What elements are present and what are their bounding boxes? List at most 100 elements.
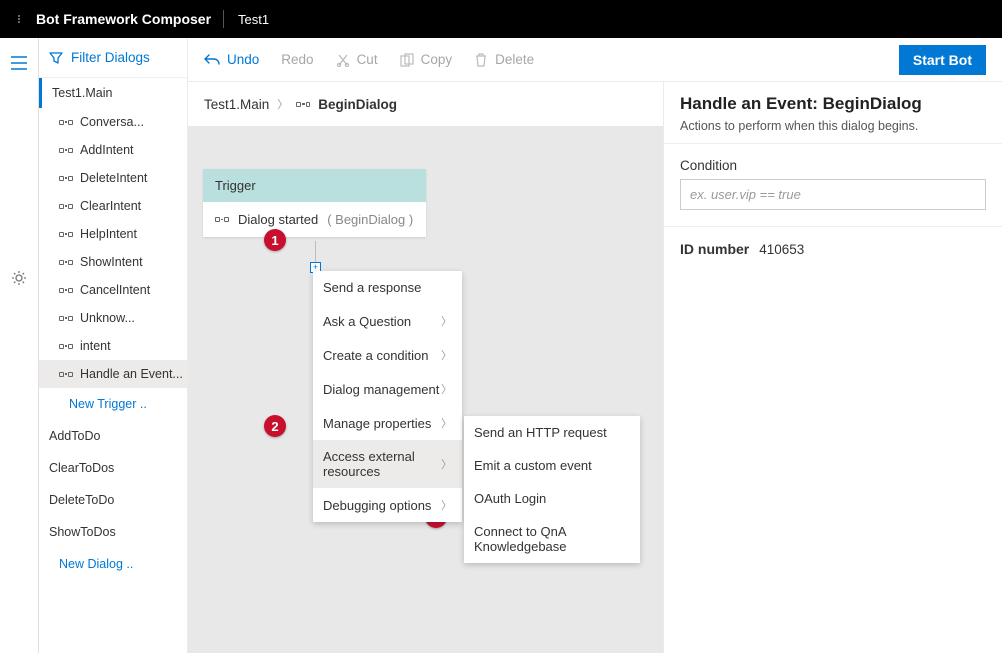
submenu-custom-event[interactable]: Emit a custom event xyxy=(464,449,640,482)
tree-label: ClearIntent xyxy=(80,199,141,213)
chevron-right-icon: 〉 xyxy=(441,497,452,513)
inspector-title: Handle an Event: BeginDialog xyxy=(680,94,986,114)
copy-icon xyxy=(400,53,414,67)
menu-label: Emit a custom event xyxy=(474,458,592,473)
tree-trigger-item[interactable]: AddIntent xyxy=(39,136,187,164)
filter-dialogs[interactable]: Filter Dialogs xyxy=(39,38,187,78)
tree-dialog-item[interactable]: AddToDo xyxy=(39,420,187,452)
trigger-node[interactable]: Trigger Dialog started ( BeginDialog ) xyxy=(203,169,426,237)
tree-trigger-item[interactable]: Conversa... xyxy=(39,108,187,136)
menu-item-access-external[interactable]: Access external resources 〉 xyxy=(313,440,462,488)
tree-trigger-item[interactable]: HelpIntent xyxy=(39,220,187,248)
undo-button[interactable]: Undo xyxy=(204,52,259,67)
menu-item-debugging[interactable]: Debugging options 〉 xyxy=(313,488,462,522)
id-value: 410653 xyxy=(759,242,804,257)
menu-item-send-response[interactable]: Send a response xyxy=(313,271,462,304)
project-name: Test1 xyxy=(224,12,283,27)
action-submenu: Send an HTTP request Emit a custom event… xyxy=(464,416,640,563)
chevron-right-icon: 〉 xyxy=(441,456,452,472)
menu-label: Debugging options xyxy=(323,498,431,513)
menu-label: Send an HTTP request xyxy=(474,425,607,440)
submenu-oauth-login[interactable]: OAuth Login xyxy=(464,482,640,515)
menu-label: Send a response xyxy=(323,280,421,295)
new-dialog-link[interactable]: New Dialog .. xyxy=(39,548,187,580)
filter-label: Filter Dialogs xyxy=(71,50,150,65)
new-trigger-link[interactable]: New Trigger .. xyxy=(39,388,187,420)
tree-dialog-item[interactable]: ShowToDos xyxy=(39,516,187,548)
cut-icon xyxy=(336,53,350,67)
menu-label: Access external resources xyxy=(323,449,441,479)
chevron-right-icon: 〉 xyxy=(441,381,452,397)
delete-button[interactable]: Delete xyxy=(474,52,534,67)
chevron-right-icon: 〉 xyxy=(277,96,288,112)
dialog-icon xyxy=(59,368,73,380)
copy-button[interactable]: Copy xyxy=(400,52,453,67)
tree-trigger-item[interactable]: ShowIntent xyxy=(39,248,187,276)
tree-trigger-item[interactable]: Unknow... xyxy=(39,304,187,332)
app-name: Bot Framework Composer xyxy=(24,11,223,27)
inspector-panel: Handle an Event: BeginDialog Actions to … xyxy=(663,82,1002,653)
trash-icon xyxy=(474,53,488,67)
trigger-head: Trigger xyxy=(203,169,426,202)
menu-label: Ask a Question xyxy=(323,314,411,329)
flow-canvas[interactable]: Trigger Dialog started ( BeginDialog ) +… xyxy=(188,126,663,653)
dialog-icon xyxy=(296,98,310,110)
inspector-subtitle: Actions to perform when this dialog begi… xyxy=(680,119,986,133)
trigger-text: Dialog started xyxy=(238,212,318,227)
titlebar-dots xyxy=(14,15,24,23)
gear-icon[interactable] xyxy=(11,270,27,286)
condition-label: Condition xyxy=(680,158,986,173)
breadcrumb-leaf: BeginDialog xyxy=(318,97,397,112)
chevron-right-icon: 〉 xyxy=(441,415,452,431)
tree-trigger-item-selected[interactable]: Handle an Event... xyxy=(39,360,187,388)
menu-label: OAuth Login xyxy=(474,491,546,506)
dialog-icon xyxy=(59,284,73,296)
cut-button[interactable]: Cut xyxy=(336,52,378,67)
tree-dialog-item[interactable]: DeleteToDo xyxy=(39,484,187,516)
dialog-icon xyxy=(59,228,73,240)
dialog-icon xyxy=(59,200,73,212)
tree-label: HelpIntent xyxy=(80,227,137,241)
dialog-icon xyxy=(59,340,73,352)
inspector-header: Handle an Event: BeginDialog Actions to … xyxy=(664,82,1002,143)
breadcrumb: Test1.Main 〉 BeginDialog xyxy=(188,82,663,126)
tree-trigger-item[interactable]: ClearIntent xyxy=(39,192,187,220)
button-label: Redo xyxy=(281,52,313,67)
dialog-icon xyxy=(59,116,73,128)
menu-item-manage-properties[interactable]: Manage properties 〉 xyxy=(313,406,462,440)
tree-trigger-item[interactable]: intent xyxy=(39,332,187,360)
tree-dialog-item[interactable]: ClearToDos xyxy=(39,452,187,484)
hamburger-icon[interactable] xyxy=(11,56,27,70)
tree-trigger-item[interactable]: CancelIntent xyxy=(39,276,187,304)
submenu-qna[interactable]: Connect to QnA Knowledgebase xyxy=(464,515,640,563)
dialog-icon xyxy=(59,256,73,268)
button-label: Cut xyxy=(357,52,378,67)
trigger-paren: ( BeginDialog ) xyxy=(327,212,413,227)
breadcrumb-root[interactable]: Test1.Main xyxy=(204,97,269,112)
tree-root[interactable]: Test1.Main xyxy=(39,78,187,108)
tree-label: DeleteIntent xyxy=(80,171,147,185)
button-label: Undo xyxy=(227,52,259,67)
tree-label: intent xyxy=(80,339,111,353)
callout-1: 1 xyxy=(264,229,286,251)
button-label: Delete xyxy=(495,52,534,67)
menu-item-ask-question[interactable]: Ask a Question 〉 xyxy=(313,304,462,338)
tree-trigger-item[interactable]: DeleteIntent xyxy=(39,164,187,192)
sidebar: Filter Dialogs Test1.Main Conversa... Ad… xyxy=(38,38,188,653)
start-bot-button[interactable]: Start Bot xyxy=(899,45,986,75)
main-area: Undo Redo Cut Copy Delete xyxy=(188,38,1002,653)
id-row: ID number 410653 xyxy=(664,227,1002,271)
menu-label: Manage properties xyxy=(323,416,431,431)
menu-item-dialog-management[interactable]: Dialog management 〉 xyxy=(313,372,462,406)
tree-label: Conversa... xyxy=(80,115,144,129)
tree-label: Handle an Event... xyxy=(80,367,183,381)
menu-label: Connect to QnA Knowledgebase xyxy=(474,524,630,554)
menu-item-create-condition[interactable]: Create a condition 〉 xyxy=(313,338,462,372)
submenu-http-request[interactable]: Send an HTTP request xyxy=(464,416,640,449)
tree-label: AddIntent xyxy=(80,143,134,157)
dialog-tree: Test1.Main Conversa... AddIntent DeleteI… xyxy=(39,78,187,653)
condition-input[interactable] xyxy=(680,179,986,210)
left-rail xyxy=(0,38,38,653)
undo-icon xyxy=(204,53,220,67)
redo-button[interactable]: Redo xyxy=(281,52,313,67)
